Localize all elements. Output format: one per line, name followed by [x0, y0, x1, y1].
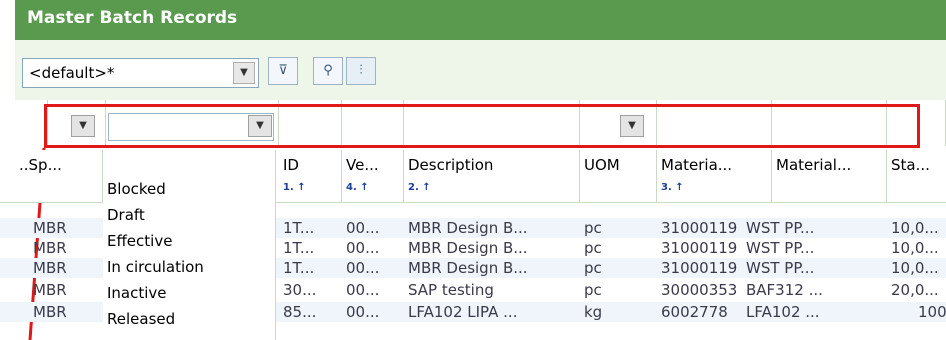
filter-settings-icon: ⊽ [278, 63, 288, 78]
column-header-uom[interactable]: UOM [580, 150, 657, 202]
sort-indicator: 3. ↑ [661, 182, 684, 193]
column-header-sp[interactable]: ..Sp... [15, 150, 103, 202]
status-option-in-circulation[interactable]: In circulation [107, 258, 204, 276]
column-header-status[interactable]: Sta... [887, 150, 946, 202]
status-option-blocked[interactable]: Blocked [107, 180, 166, 198]
search-button[interactable]: ⚲ [313, 57, 343, 85]
status-option-effective[interactable]: Effective [107, 232, 172, 250]
layout-select-value: <default>* [29, 64, 115, 82]
window-title: Master Batch Records [15, 0, 946, 40]
filter-icon: ⫶ [359, 63, 363, 78]
filter-button[interactable]: ⫶ [346, 57, 376, 85]
filter-settings-button[interactable]: ⊽ [268, 57, 298, 85]
search-icon: ⚲ [323, 63, 333, 78]
status-option-inactive[interactable]: Inactive [107, 284, 167, 302]
sort-indicator: 4. ↑ [346, 182, 369, 193]
highlight-box [44, 104, 920, 148]
chevron-down-icon[interactable]: ▼ [233, 62, 255, 84]
status-option-released[interactable]: Released [107, 310, 175, 328]
column-header-material-name[interactable]: Material... [772, 150, 887, 202]
column-header-material[interactable]: Materia... 3. ↑ [657, 150, 772, 202]
sort-indicator: 1. ↑ [283, 182, 306, 193]
status-option-draft[interactable]: Draft [107, 206, 145, 224]
column-header-id[interactable]: ID 1. ↑ [279, 150, 342, 202]
status-dropdown-list: Blocked Draft Effective In circulation I… [103, 150, 276, 340]
layout-select[interactable]: <default>* ▼ [22, 58, 259, 88]
column-header-version[interactable]: Ve... 4. ↑ [342, 150, 404, 202]
sort-indicator: 2. ↑ [408, 182, 431, 193]
column-header-description[interactable]: Description 2. ↑ [404, 150, 580, 202]
toolbar: <default>* ▼ ⊽ ⚲ ⫶ [15, 40, 946, 101]
